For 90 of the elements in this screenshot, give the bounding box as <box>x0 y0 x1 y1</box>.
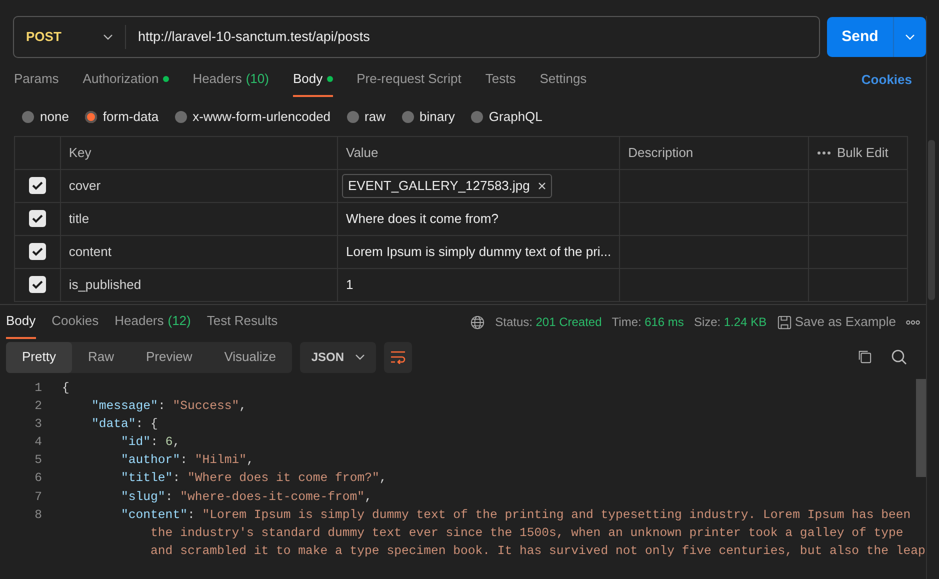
view-mode-tab[interactable]: Visualize <box>208 342 292 372</box>
line-number: 4 <box>34 434 42 452</box>
code-line: and scrambled it to make a type specimen book. It has survived not only five centuries, but also the leap <box>150 542 926 560</box>
file-name: EVENT_GALLERY_127583.jpg <box>348 177 530 196</box>
radio-option[interactable]: none <box>22 107 69 127</box>
radio-icon[interactable] <box>22 111 34 123</box>
column-header: Key <box>60 136 338 170</box>
checkmark-icon <box>32 280 43 290</box>
tab[interactable]: Headers (12) <box>114 305 191 339</box>
radio-icon[interactable] <box>470 111 483 123</box>
code-line: "slug": "where-does-it-come-from", <box>120 488 372 506</box>
format-dropdown[interactable]: JSON <box>300 342 376 372</box>
copy-icon[interactable] <box>856 349 872 365</box>
key-cell: is_published <box>60 268 338 302</box>
radio-icon[interactable] <box>174 111 187 123</box>
more-icon <box>816 151 831 155</box>
tab[interactable]: Tests <box>485 63 516 97</box>
code-line: "author": "Hilmi", <box>120 452 254 470</box>
close-icon[interactable] <box>538 182 546 190</box>
chevron-icon <box>354 354 365 360</box>
scrollbar[interactable] <box>928 140 935 300</box>
checkbox[interactable] <box>28 177 46 194</box>
code-line: "message": "Success", <box>90 398 247 416</box>
scrollbar[interactable] <box>916 379 926 477</box>
view-mode-tab[interactable]: Raw <box>72 342 130 372</box>
value-cell: Lorem Ipsum is simply dummy text of the pri... <box>346 244 612 260</box>
tab[interactable]: Body <box>292 63 333 97</box>
search-icon[interactable] <box>891 349 907 365</box>
tab[interactable]: Headers (10) <box>192 63 269 97</box>
code-line: "data": { <box>90 416 158 434</box>
tab[interactable]: Authorization <box>82 63 169 97</box>
radio-icon[interactable] <box>346 111 359 123</box>
line-number: 6 <box>34 470 42 488</box>
tab[interactable]: Test Results <box>206 305 278 339</box>
url-bar[interactable]: POST http://laravel-10-sanctum.test/api/posts <box>13 16 820 58</box>
chevron-icon[interactable] <box>905 34 915 40</box>
code-line: the industry's standard dummy text ever since the 1500s, when an unknown printer took a galley of type <box>150 524 904 542</box>
line-number: 5 <box>34 452 42 470</box>
line-number: 1 <box>34 380 42 397</box>
meta-value: 201 Created <box>536 314 602 331</box>
tab[interactable]: Body <box>6 305 36 339</box>
tab[interactable]: Settings <box>540 63 587 97</box>
view-mode-tab[interactable]: Preview <box>130 342 208 372</box>
method-label[interactable]: POST <box>26 27 62 47</box>
radio-option[interactable]: x-www-form-urlencoded <box>174 107 331 127</box>
meta-value: 616 ms <box>644 314 684 331</box>
line-number: 8 <box>34 506 42 524</box>
checkbox[interactable] <box>28 243 46 260</box>
wrap-icon <box>390 350 406 364</box>
code-line: "title": "Where does it come from?", <box>120 470 387 488</box>
url-field[interactable]: http://laravel-10-sanctum.test/api/posts <box>126 26 370 48</box>
meta-label: Status: <box>495 314 532 331</box>
checkbox[interactable] <box>28 210 46 228</box>
wrap-lines-button[interactable] <box>384 342 412 372</box>
line-number: 2 <box>34 398 42 416</box>
radio-option[interactable]: binary <box>402 107 455 127</box>
meta-value: 1.24 KB <box>724 314 767 331</box>
code-line: "content": "Lorem Ipsum is simply dummy text of the printing and typesetting industry. Lorem Ipsum has been <box>120 506 911 524</box>
meta-label: Size: <box>694 314 721 331</box>
tab[interactable]: Pre-request Script <box>356 63 462 97</box>
checkmark-icon <box>32 247 43 256</box>
view-mode-tab[interactable]: Pretty <box>6 342 72 372</box>
column-header: Value <box>337 136 620 170</box>
column-header: Description <box>620 136 808 170</box>
checkbox[interactable] <box>28 276 46 294</box>
globe-icon <box>470 314 486 330</box>
save-icon <box>776 314 792 330</box>
chevron-icon <box>103 34 113 40</box>
meta-label: Time: <box>612 314 642 331</box>
radio-option[interactable]: form-data <box>84 107 159 127</box>
checkmark-icon <box>32 214 43 224</box>
line-number: 7 <box>34 488 42 506</box>
line-number: 3 <box>34 416 42 434</box>
radio-option[interactable]: GraphQL <box>470 107 542 127</box>
code-line: { <box>61 380 70 397</box>
checkmark-icon <box>32 181 43 190</box>
key-cell: title <box>60 202 338 236</box>
value-cell: Where does it come from? <box>346 211 498 226</box>
code-line: "id": 6, <box>120 434 180 452</box>
tab[interactable]: Params <box>14 63 59 97</box>
more-icon <box>906 320 920 324</box>
key-cell: cover <box>60 170 338 202</box>
tab[interactable]: Cookies <box>52 305 99 339</box>
save-example-button[interactable]: Save as Example <box>794 312 896 332</box>
key-cell: content <box>60 236 338 268</box>
value-cell: 1 <box>346 277 354 292</box>
cookies-link[interactable]: Cookies <box>861 70 912 90</box>
radio-option[interactable]: raw <box>346 107 386 127</box>
radio-icon[interactable] <box>84 111 97 123</box>
radio-icon[interactable] <box>402 111 414 123</box>
